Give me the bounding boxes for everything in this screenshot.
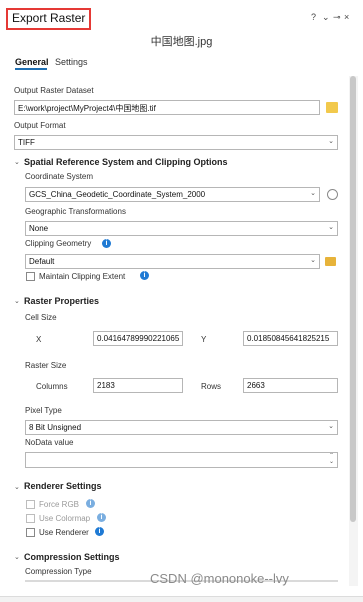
active-tab-indicator [15,68,47,70]
use-colormap-checkbox[interactable] [26,514,35,523]
collapse-chevron-icon[interactable]: ⌄ [14,553,20,561]
close-icon[interactable]: × [344,12,349,22]
collapse-chevron-icon[interactable]: ⌄ [14,158,20,166]
cell-size-label: Cell Size [25,313,57,322]
clipping-geometry-dropdown[interactable]: Default ⌄ [25,254,320,269]
chevron-down-icon: ⌄ [328,138,334,145]
pixel-type-label: Pixel Type [25,406,62,415]
clipping-geometry-value: Default [29,257,55,266]
columns-label: Columns [36,382,68,391]
info-icon[interactable]: i [102,239,111,248]
output-format-value: TIFF [18,138,35,147]
rows-input[interactable]: 2663 [243,378,338,393]
cell-x-label: X [36,335,42,344]
scrollbar-thumb[interactable] [350,76,356,522]
pixel-type-dropdown[interactable]: 8 Bit Unsigned ⌄ [25,420,338,435]
rows-label: Rows [201,382,222,391]
collapse-chevron-icon[interactable]: ⌄ [14,483,20,491]
maintain-clipping-label: Maintain Clipping Extent [39,272,126,281]
geo-transform-value: None [29,224,49,233]
cell-y-input[interactable]: 0.01850845641825215 [243,331,338,346]
browse-folder-icon[interactable] [326,102,338,113]
coordinate-system-label: Coordinate System [25,172,94,181]
use-renderer-label: Use Renderer [39,528,89,537]
output-format-label: Output Format [14,121,66,130]
cell-x-input[interactable]: 0.04164789990221065 [93,331,183,346]
menu-chevron-icon[interactable]: ⌄ [322,12,330,23]
columns-input[interactable]: 2183 [93,378,183,393]
tab-general[interactable]: General [15,57,49,67]
pane-title: Export Raster [12,11,86,25]
force-rgb-checkbox[interactable] [26,500,35,509]
coordinate-system-dropdown[interactable]: GCS_China_Geodetic_Coordinate_System_200… [25,187,320,202]
footer-bar [0,596,363,602]
pixel-type-value: 8 Bit Unsigned [29,423,82,432]
section-raster-title[interactable]: Raster Properties [24,296,99,306]
geo-transform-dropdown[interactable]: None ⌄ [25,221,338,236]
output-dataset-label: Output Raster Dataset [14,86,94,95]
geo-transform-label: Geographic Transformations [25,207,126,216]
globe-icon[interactable] [327,189,338,200]
pin-icon[interactable]: ⊸ [333,12,341,23]
maintain-clipping-checkbox[interactable] [26,272,35,281]
help-icon[interactable]: ? [311,12,316,22]
use-colormap-label: Use Colormap [39,514,91,523]
collapse-chevron-icon[interactable]: ⌄ [14,297,20,305]
info-icon[interactable]: i [140,271,149,280]
tab-settings[interactable]: Settings [55,57,88,67]
section-compression-title[interactable]: Compression Settings [24,552,120,562]
coordinate-system-value: GCS_China_Geodetic_Coordinate_System_200… [29,190,206,199]
chevron-down-icon: ⌄ [328,423,334,430]
raster-size-label: Raster Size [25,361,67,370]
folder-icon[interactable] [325,257,336,266]
info-icon[interactable]: i [86,499,95,508]
compression-type-label: Compression Type [25,567,92,576]
clipping-geometry-label: Clipping Geometry [25,239,92,248]
spinner-icon[interactable]: ⌃ ⌄ [329,453,334,465]
nodata-input[interactable]: ⌃ ⌄ [25,452,338,468]
force-rgb-label: Force RGB [39,500,80,509]
chevron-down-icon: ⌄ [328,224,334,231]
watermark-text: CSDN @mononoke--lvy [150,571,289,586]
section-renderer-title[interactable]: Renderer Settings [24,481,102,491]
cell-y-label: Y [201,335,207,344]
tool-subtitle: 中国地图.jpg [150,36,213,48]
nodata-label: NoData value [25,438,74,447]
chevron-down-icon: ⌄ [310,257,316,264]
output-format-dropdown[interactable]: TIFF ⌄ [14,135,338,150]
section-spatial-title[interactable]: Spatial Reference System and Clipping Op… [24,157,228,167]
output-dataset-input[interactable]: E:\work\project\MyProject4\中国地图.tif [14,100,320,115]
info-icon[interactable]: i [97,513,106,522]
chevron-down-icon: ⌄ [310,190,316,197]
info-icon[interactable]: i [95,527,104,536]
use-renderer-checkbox[interactable] [26,528,35,537]
